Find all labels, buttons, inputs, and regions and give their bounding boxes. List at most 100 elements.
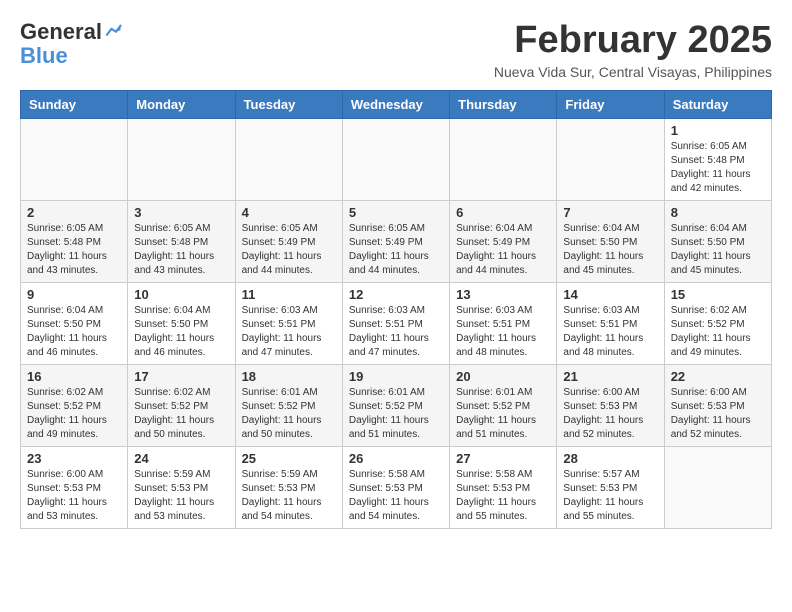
logo-icon: [104, 22, 122, 40]
day-info: Sunrise: 6:04 AM Sunset: 5:50 PM Dayligh…: [134, 304, 228, 360]
calendar-cell: 13 Sunrise: 6:03 AM Sunset: 5:51 PM Dayli…: [450, 282, 557, 364]
column-header-sunday: Sunday: [21, 90, 128, 118]
logo-text-blue: Blue: [20, 44, 122, 68]
day-info: Sunrise: 6:04 AM Sunset: 5:50 PM Dayligh…: [563, 222, 657, 278]
day-number: 15: [671, 287, 765, 302]
day-info: Sunrise: 6:05 AM Sunset: 5:49 PM Dayligh…: [349, 222, 443, 278]
day-info: Sunrise: 6:05 AM Sunset: 5:48 PM Dayligh…: [27, 222, 121, 278]
calendar-cell: 4 Sunrise: 6:05 AM Sunset: 5:49 PM Daylig…: [235, 200, 342, 282]
calendar-cell: 26Sunrise: 5:58 AM Sunset: 5:53 PM Dayli…: [342, 446, 449, 528]
calendar-cell: 2 Sunrise: 6:05 AM Sunset: 5:48 PM Daylig…: [21, 200, 128, 282]
day-info: Sunrise: 6:01 AM Sunset: 5:52 PM Dayligh…: [456, 386, 550, 442]
week-row-4: 16 Sunrise: 6:02 AM Sunset: 5:52 PM Dayli…: [21, 364, 772, 446]
day-number: 2: [27, 205, 121, 220]
calendar-cell: 7 Sunrise: 6:04 AM Sunset: 5:50 PM Daylig…: [557, 200, 664, 282]
day-number: 25: [242, 451, 336, 466]
calendar-table: SundayMondayTuesdayWednesdayThursdayFrid…: [20, 90, 772, 529]
calendar-cell: 15 Sunrise: 6:02 AM Sunset: 5:52 PM Dayli…: [664, 282, 771, 364]
logo: General Blue: [20, 20, 122, 68]
day-info: Sunrise: 6:00 AM Sunset: 5:53 PM Dayligh…: [671, 386, 765, 442]
week-row-2: 2 Sunrise: 6:05 AM Sunset: 5:48 PM Daylig…: [21, 200, 772, 282]
calendar-cell: 3 Sunrise: 6:05 AM Sunset: 5:48 PM Daylig…: [128, 200, 235, 282]
day-number: 7: [563, 205, 657, 220]
week-row-3: 9Sunrise: 6:04 AM Sunset: 5:50 PM Daylig…: [21, 282, 772, 364]
column-header-thursday: Thursday: [450, 90, 557, 118]
calendar-cell: 5 Sunrise: 6:05 AM Sunset: 5:49 PM Daylig…: [342, 200, 449, 282]
week-row-1: 1Sunrise: 6:05 AM Sunset: 5:48 PM Daylig…: [21, 118, 772, 200]
day-info: Sunrise: 6:00 AM Sunset: 5:53 PM Dayligh…: [563, 386, 657, 442]
calendar-cell: [21, 118, 128, 200]
calendar-cell: 20 Sunrise: 6:01 AM Sunset: 5:52 PM Dayli…: [450, 364, 557, 446]
day-number: 11: [242, 287, 336, 302]
day-number: 28: [563, 451, 657, 466]
day-number: 10: [134, 287, 228, 302]
day-info: Sunrise: 6:03 AM Sunset: 5:51 PM Dayligh…: [456, 304, 550, 360]
calendar-cell: 23 Sunrise: 6:00 AM Sunset: 5:53 PM Dayli…: [21, 446, 128, 528]
calendar-cell: [128, 118, 235, 200]
calendar-cell: 27Sunrise: 5:58 AM Sunset: 5:53 PM Dayli…: [450, 446, 557, 528]
calendar-cell: 28 Sunrise: 5:57 AM Sunset: 5:53 PM Dayli…: [557, 446, 664, 528]
day-info: Sunrise: 6:02 AM Sunset: 5:52 PM Dayligh…: [134, 386, 228, 442]
calendar-header-row: SundayMondayTuesdayWednesdayThursdayFrid…: [21, 90, 772, 118]
day-info: Sunrise: 5:57 AM Sunset: 5:53 PM Dayligh…: [563, 468, 657, 524]
day-info: Sunrise: 6:03 AM Sunset: 5:51 PM Dayligh…: [349, 304, 443, 360]
column-header-tuesday: Tuesday: [235, 90, 342, 118]
month-title: February 2025: [494, 20, 772, 62]
calendar-cell: 25 Sunrise: 5:59 AM Sunset: 5:53 PM Dayli…: [235, 446, 342, 528]
calendar-cell: 1Sunrise: 6:05 AM Sunset: 5:48 PM Daylig…: [664, 118, 771, 200]
day-info: Sunrise: 6:04 AM Sunset: 5:50 PM Dayligh…: [27, 304, 121, 360]
day-info: Sunrise: 6:04 AM Sunset: 5:50 PM Dayligh…: [671, 222, 765, 278]
calendar-cell: [557, 118, 664, 200]
day-number: 5: [349, 205, 443, 220]
day-number: 21: [563, 369, 657, 384]
calendar-cell: 24 Sunrise: 5:59 AM Sunset: 5:53 PM Dayli…: [128, 446, 235, 528]
day-number: 20: [456, 369, 550, 384]
day-info: Sunrise: 6:01 AM Sunset: 5:52 PM Dayligh…: [242, 386, 336, 442]
day-number: 12: [349, 287, 443, 302]
day-info: Sunrise: 5:58 AM Sunset: 5:53 PM Dayligh…: [349, 468, 443, 524]
day-info: Sunrise: 6:01 AM Sunset: 5:52 PM Dayligh…: [349, 386, 443, 442]
day-number: 4: [242, 205, 336, 220]
logo-text-general: General: [20, 20, 102, 44]
day-info: Sunrise: 5:59 AM Sunset: 5:53 PM Dayligh…: [242, 468, 336, 524]
calendar-cell: [342, 118, 449, 200]
calendar-cell: 6 Sunrise: 6:04 AM Sunset: 5:49 PM Daylig…: [450, 200, 557, 282]
day-info: Sunrise: 6:05 AM Sunset: 5:49 PM Dayligh…: [242, 222, 336, 278]
day-info: Sunrise: 6:04 AM Sunset: 5:49 PM Dayligh…: [456, 222, 550, 278]
day-info: Sunrise: 6:03 AM Sunset: 5:51 PM Dayligh…: [242, 304, 336, 360]
calendar-cell: [235, 118, 342, 200]
day-number: 8: [671, 205, 765, 220]
location-text: Nueva Vida Sur, Central Visayas, Philipp…: [494, 64, 772, 80]
day-number: 3: [134, 205, 228, 220]
week-row-5: 23 Sunrise: 6:00 AM Sunset: 5:53 PM Dayli…: [21, 446, 772, 528]
column-header-wednesday: Wednesday: [342, 90, 449, 118]
day-number: 23: [27, 451, 121, 466]
calendar-cell: 18Sunrise: 6:01 AM Sunset: 5:52 PM Dayli…: [235, 364, 342, 446]
calendar-cell: [450, 118, 557, 200]
day-number: 16: [27, 369, 121, 384]
day-number: 24: [134, 451, 228, 466]
calendar-cell: 21 Sunrise: 6:00 AM Sunset: 5:53 PM Dayli…: [557, 364, 664, 446]
day-info: Sunrise: 6:03 AM Sunset: 5:51 PM Dayligh…: [563, 304, 657, 360]
day-number: 13: [456, 287, 550, 302]
calendar-cell: [664, 446, 771, 528]
day-number: 22: [671, 369, 765, 384]
day-info: Sunrise: 6:02 AM Sunset: 5:52 PM Dayligh…: [27, 386, 121, 442]
day-number: 6: [456, 205, 550, 220]
day-number: 17: [134, 369, 228, 384]
day-info: Sunrise: 6:02 AM Sunset: 5:52 PM Dayligh…: [671, 304, 765, 360]
column-header-monday: Monday: [128, 90, 235, 118]
calendar-cell: 8 Sunrise: 6:04 AM Sunset: 5:50 PM Daylig…: [664, 200, 771, 282]
page-header: General Blue February 2025 Nueva Vida Su…: [20, 20, 772, 80]
calendar-cell: 17 Sunrise: 6:02 AM Sunset: 5:52 PM Dayli…: [128, 364, 235, 446]
column-header-saturday: Saturday: [664, 90, 771, 118]
day-info: Sunrise: 5:59 AM Sunset: 5:53 PM Dayligh…: [134, 468, 228, 524]
calendar-cell: 10 Sunrise: 6:04 AM Sunset: 5:50 PM Dayli…: [128, 282, 235, 364]
day-info: Sunrise: 6:00 AM Sunset: 5:53 PM Dayligh…: [27, 468, 121, 524]
calendar-cell: 12 Sunrise: 6:03 AM Sunset: 5:51 PM Dayli…: [342, 282, 449, 364]
calendar-cell: 22 Sunrise: 6:00 AM Sunset: 5:53 PM Dayli…: [664, 364, 771, 446]
day-info: Sunrise: 6:05 AM Sunset: 5:48 PM Dayligh…: [134, 222, 228, 278]
calendar-cell: 9Sunrise: 6:04 AM Sunset: 5:50 PM Daylig…: [21, 282, 128, 364]
column-header-friday: Friday: [557, 90, 664, 118]
title-block: February 2025 Nueva Vida Sur, Central Vi…: [494, 20, 772, 80]
